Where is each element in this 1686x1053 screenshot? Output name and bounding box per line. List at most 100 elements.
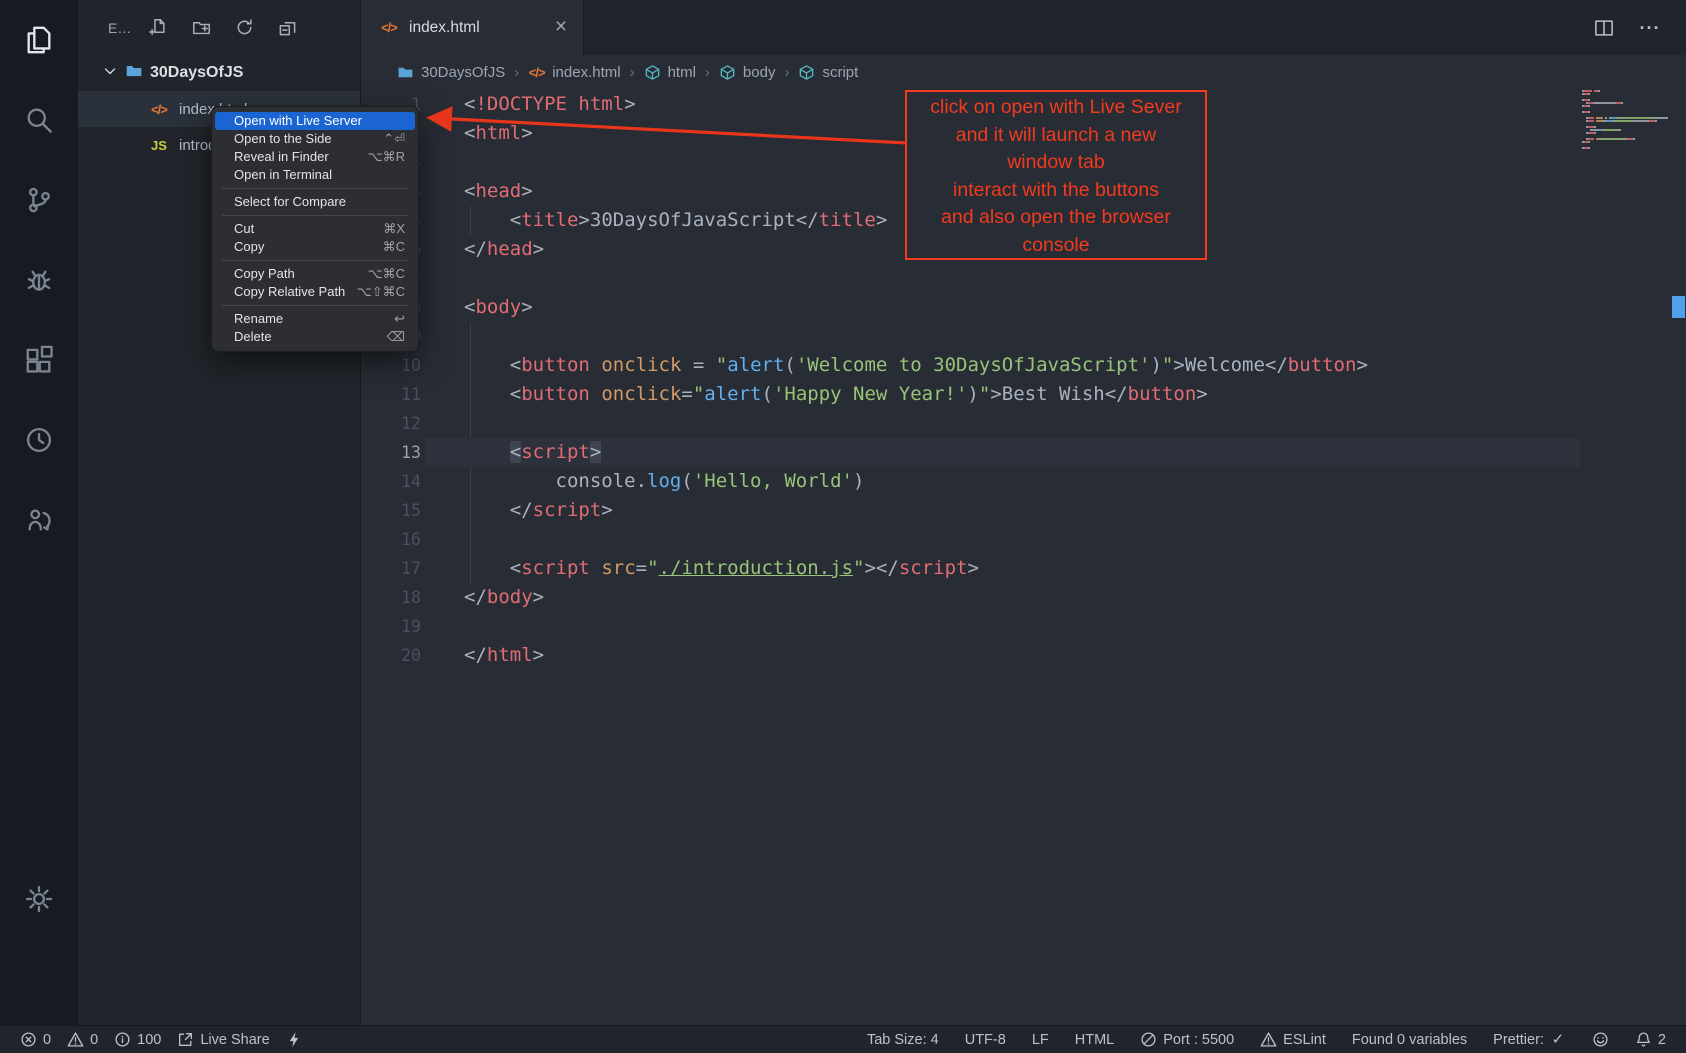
activity-item-history[interactable] (0, 400, 78, 480)
code-text (421, 409, 464, 438)
activity-item-search[interactable] (0, 80, 78, 160)
status-prettier[interactable]: Prettier:✓ (1493, 1032, 1566, 1048)
menu-item-label: Rename (234, 310, 386, 328)
code-line[interactable]: 12 (361, 409, 1686, 438)
menu-item-open-to-the-side[interactable]: Open to the Side⌃⏎ (215, 130, 415, 148)
menu-item-open-with-live-server[interactable]: Open with Live Server (215, 112, 415, 130)
menu-item-select-for-compare[interactable]: Select for Compare (215, 193, 415, 211)
menu-item-label: Open in Terminal (234, 166, 405, 184)
minimap-line (1582, 102, 1670, 104)
warning-icon (67, 1031, 84, 1048)
status-end-of-line[interactable]: LF (1032, 1032, 1049, 1048)
tab-action-ellipsis[interactable]: ··· (1640, 18, 1660, 38)
tab-index-html[interactable]: </> index.html × (361, 0, 584, 55)
minimap-line (1582, 129, 1670, 131)
smiley-icon (1592, 1031, 1609, 1048)
annotation-line: interact with the buttons (907, 177, 1205, 205)
tab-action-split-editor[interactable] (1594, 18, 1614, 38)
html-file-icon: </> (528, 64, 545, 81)
breadcrumb-item-html[interactable]: html (644, 64, 696, 81)
line-number: 13 (361, 438, 421, 467)
symbol-cube-icon (719, 64, 736, 81)
warning-icon (1260, 1031, 1277, 1048)
status-bar: 00 100 Live Share Tab Size: 4 UTF-8 LF HTML Po… (0, 1025, 1686, 1053)
minimap[interactable] (1582, 90, 1670, 150)
status-eslint[interactable]: ESLint (1260, 1031, 1326, 1048)
explorer-action-collapse-all[interactable] (278, 18, 297, 37)
breadcrumb-item-body[interactable]: body (719, 64, 776, 81)
status-problems-info[interactable]: 100 (114, 1031, 161, 1048)
line-number: 14 (361, 467, 421, 496)
close-icon[interactable]: × (551, 17, 571, 37)
status-live-share[interactable]: Live Share (177, 1031, 269, 1048)
code-line[interactable]: 7 (361, 264, 1686, 293)
folder-row-30daysofjs[interactable]: 30DaysOfJS (78, 55, 360, 91)
live-share-status-icon (177, 1031, 194, 1048)
symbol-cube-icon (798, 64, 815, 81)
menu-item-copy-relative-path[interactable]: Copy Relative Path⌥⇧⌘C (215, 283, 415, 301)
menu-item-copy-path[interactable]: Copy Path⌥⌘C (215, 265, 415, 283)
status-found-variables[interactable]: Found 0 variables (1352, 1032, 1467, 1048)
minimap-line (1582, 117, 1670, 119)
minimap-line (1582, 126, 1670, 128)
code-line[interactable]: 15 </script> (361, 496, 1686, 525)
activity-item-settings-gear[interactable] (0, 859, 78, 939)
code-text: </html> (421, 641, 544, 670)
minimap-line (1582, 108, 1670, 110)
menu-item-label: Reveal in Finder (234, 148, 360, 166)
chevron-right-icon: › (514, 64, 519, 81)
line-number: 16 (361, 525, 421, 554)
code-line[interactable]: 8<body> (361, 293, 1686, 322)
minimap-line (1582, 132, 1670, 134)
menu-item-rename[interactable]: Rename↩ (215, 310, 415, 328)
status-language-mode[interactable]: HTML (1075, 1032, 1114, 1048)
status-notifications-bell[interactable]: 2 (1635, 1031, 1666, 1048)
menu-item-reveal-in-finder[interactable]: Reveal in Finder⌥⌘R (215, 148, 415, 166)
code-line[interactable]: 10 <button onclick = "alert('Welcome to … (361, 351, 1686, 380)
code-text: <button onclick = "alert('Welcome to 30D… (421, 351, 1368, 380)
status-label: Prettier: (1493, 1032, 1544, 1048)
menu-item-cut[interactable]: Cut⌘X (215, 220, 415, 238)
status-encoding[interactable]: UTF-8 (965, 1032, 1006, 1048)
info-icon (114, 1031, 131, 1048)
status-label: Live Share (200, 1032, 269, 1048)
circle-slash-icon (1140, 1031, 1157, 1048)
menu-item-open-in-terminal[interactable]: Open in Terminal (215, 166, 415, 184)
status-live-server-toggle[interactable] (286, 1031, 303, 1048)
explorer-action-new-file[interactable] (149, 18, 168, 37)
activity-item-source-control[interactable] (0, 160, 78, 240)
explorer-action-refresh[interactable] (235, 18, 254, 37)
code-line[interactable]: 9 (361, 322, 1686, 351)
status-tab-size[interactable]: Tab Size: 4 (867, 1032, 939, 1048)
activity-item-explorer[interactable] (0, 0, 78, 80)
html-file-icon: </> (379, 18, 399, 38)
breadcrumb-item-script[interactable]: script (798, 64, 858, 81)
activity-item-live-share[interactable] (0, 480, 78, 560)
code-line[interactable]: 19 (361, 612, 1686, 641)
menu-item-copy[interactable]: Copy⌘C (215, 238, 415, 256)
code-line[interactable]: 16 (361, 525, 1686, 554)
status-label: UTF-8 (965, 1032, 1006, 1048)
status-feedback-smiley[interactable] (1592, 1031, 1609, 1048)
code-line[interactable]: 18</body> (361, 583, 1686, 612)
explorer-action-new-folder[interactable] (192, 18, 211, 37)
code-text: <script> (421, 438, 601, 467)
status-live-server-port[interactable]: Port : 5500 (1140, 1031, 1234, 1048)
menu-shortcut: ⌥⌘C (368, 265, 405, 283)
code-line[interactable]: 13 <script> (361, 438, 1686, 467)
code-line[interactable]: 20</html> (361, 641, 1686, 670)
code-line[interactable]: 11 <button onclick="alert('Happy New Yea… (361, 380, 1686, 409)
activity-item-extensions[interactable] (0, 320, 78, 400)
code-line[interactable]: 14 console.log('Hello, World') (361, 467, 1686, 496)
annotation-line: window tab (907, 149, 1205, 177)
activity-item-debug[interactable] (0, 240, 78, 320)
code-line[interactable]: 17 <script src="./introduction.js"></scr… (361, 554, 1686, 583)
collapse-all-icon (278, 18, 297, 37)
status-problems-warnings[interactable]: 0 (67, 1031, 98, 1048)
breadcrumb-item-30daysofjs[interactable]: 30DaysOfJS (397, 64, 505, 81)
error-icon (20, 1031, 37, 1048)
menu-shortcut: ⌃⏎ (383, 130, 405, 148)
status-problems-errors[interactable]: 0 (20, 1031, 51, 1048)
menu-item-delete[interactable]: Delete⌫ (215, 328, 415, 346)
breadcrumb-item-index-html[interactable]: </>index.html (528, 64, 620, 81)
